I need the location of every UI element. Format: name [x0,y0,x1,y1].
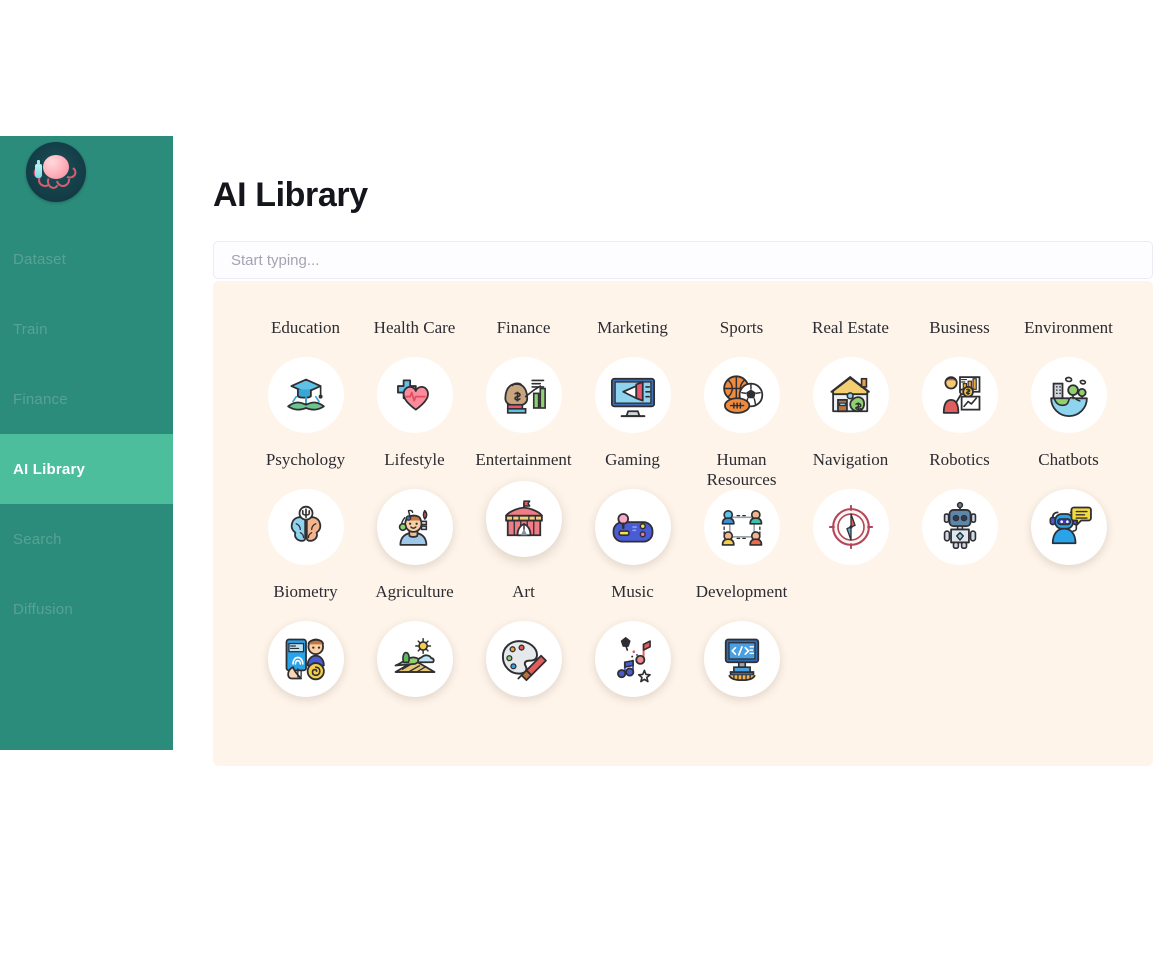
farm-field-icon[interactable] [376,621,453,697]
music-notes-icon[interactable] [594,621,671,697]
sidebar-item-search[interactable]: Search [0,504,173,574]
search-input[interactable] [213,241,1153,279]
category-panel: Education Health Care Finance Marketing Spor… [213,281,1153,766]
category-art[interactable]: Art [469,581,578,697]
category-label: Navigation [812,450,889,469]
earth-tree-icon[interactable] [1030,357,1107,433]
sports-balls-icon[interactable] [703,357,780,433]
category-robotics[interactable]: Robotics [905,449,1014,565]
category-education[interactable]: Education [251,317,360,433]
code-monitor-icon[interactable] [703,621,780,697]
category-label: Development [695,582,788,601]
chatbot-bubble-icon[interactable] [1030,489,1107,565]
category-business[interactable]: Business [905,317,1014,433]
category-music[interactable]: Music [578,581,687,697]
category-label: Sports [719,318,764,337]
category-gaming[interactable]: Gaming [578,449,687,565]
category-real-estate[interactable]: Real Estate [796,317,905,433]
sidebar-item-label: Diffusion [13,600,73,618]
category-agriculture[interactable]: Agriculture [360,581,469,697]
sidebar-item-label: Search [13,530,62,548]
category-human-resources[interactable]: Human Resources [687,449,796,565]
category-label: Lifestyle [384,450,445,469]
compass-icon[interactable] [812,489,889,565]
house-money-icon[interactable] [812,357,889,433]
category-label: Environment [1024,318,1113,337]
sidebar-logo[interactable] [0,136,173,208]
octopus-head [43,155,69,179]
person-music-icon[interactable] [376,489,453,565]
category-marketing[interactable]: Marketing [578,317,687,433]
sidebar-item-train[interactable]: Train [0,294,173,364]
category-health-care[interactable]: Health Care [360,317,469,433]
sidebar-item-label: Dataset [13,250,67,268]
octopus-logo-icon [26,142,86,202]
sidebar: Dataset Train Finance AI Library Search Diffu… [0,136,173,750]
category-biometry[interactable]: Biometry [251,581,360,697]
category-development[interactable]: Development [687,581,796,697]
gamepad-icon[interactable] [594,489,671,565]
grid-row-gap [251,565,1123,581]
circus-tent-icon[interactable] [485,481,562,557]
category-navigation[interactable]: Navigation [796,449,905,565]
category-label: Biometry [273,582,338,601]
sidebar-item-finance[interactable]: Finance [0,364,173,434]
category-label: Business [929,318,990,337]
category-label: Gaming [605,450,660,469]
category-chatbots[interactable]: Chatbots [1014,449,1123,565]
sidebar-item-dataset[interactable]: Dataset [0,224,173,294]
category-label: Health Care [373,318,456,337]
presenter-chart-icon[interactable] [921,357,998,433]
category-label: Human Resources [706,450,777,489]
category-label: Agriculture [375,582,454,601]
category-label: Education [271,318,340,337]
category-label: Real Estate [812,318,889,337]
page-title: AI Library [213,176,368,214]
category-lifestyle[interactable]: Lifestyle [360,449,469,565]
sidebar-item-ai-library[interactable]: AI Library [0,434,173,504]
palette-brush-icon[interactable] [485,621,562,697]
category-sports[interactable]: Sports [687,317,796,433]
category-label: Music [611,582,654,601]
graduation-book-icon[interactable] [267,357,344,433]
bottle-icon [35,160,42,178]
money-bag-chart-icon[interactable] [485,357,562,433]
category-psychology[interactable]: Psychology [251,449,360,565]
sidebar-item-label: Train [13,320,48,338]
grid-row-gap [251,433,1123,449]
robot-icon[interactable] [921,489,998,565]
brain-psi-icon[interactable] [267,489,344,565]
category-label: Marketing [597,318,668,337]
monitor-megaphone-icon[interactable] [594,357,671,433]
sidebar-item-diffusion[interactable]: Diffusion [0,574,173,644]
sidebar-nav: Dataset Train Finance AI Library Search Diffu… [0,208,173,644]
category-grid: Education Health Care Finance Marketing Spor… [251,317,1123,697]
fingerprint-phone-icon[interactable] [267,621,344,697]
category-label: Finance [496,318,551,337]
heart-cross-icon[interactable] [376,357,453,433]
main-content: AI Library Education Health Care Finance Ma… [213,0,1170,964]
sidebar-item-label: AI Library [13,460,86,478]
category-label: Psychology [265,450,346,469]
category-label: Chatbots [1038,450,1099,469]
app-root: Dataset Train Finance AI Library Search Diffu… [0,0,1170,964]
category-label: Robotics [929,450,990,469]
sidebar-item-label: Finance [13,390,68,408]
category-finance[interactable]: Finance [469,317,578,433]
category-entertainment[interactable]: Entertainment [469,449,578,565]
category-label: Art [512,582,535,601]
team-network-icon[interactable] [703,489,780,565]
category-environment[interactable]: Environment [1014,317,1123,433]
